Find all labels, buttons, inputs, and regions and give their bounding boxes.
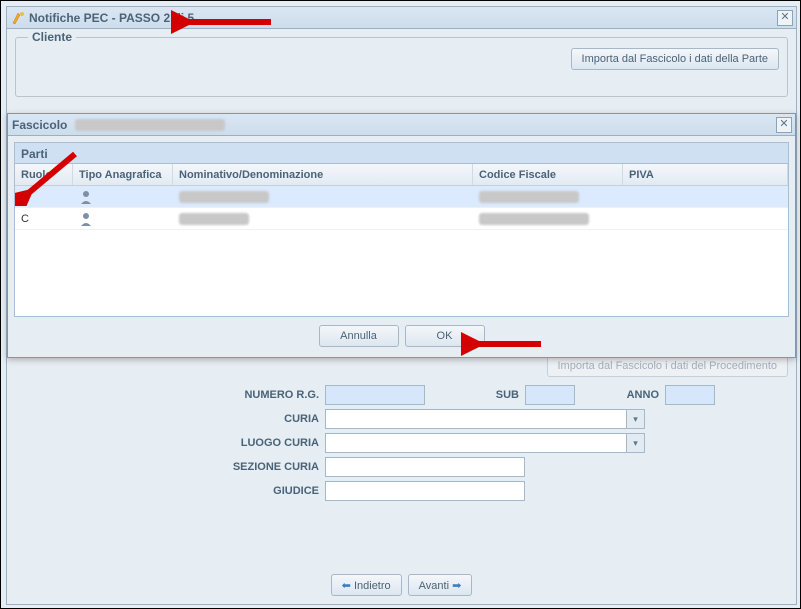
label-anno: ANNO [615, 389, 665, 401]
table-row[interactable]: P [15, 186, 788, 208]
next-button[interactable]: Avanti ➡ [408, 574, 473, 596]
arrow-left-icon: ⬅ [342, 580, 351, 592]
luogo-curia-combo[interactable]: ▾ [325, 433, 645, 453]
row-giudice: GIUDICE [15, 481, 788, 501]
cell-tipo [73, 186, 173, 207]
modal-buttons: Annulla OK [14, 325, 789, 347]
row-curia: CURIA ▾ [15, 409, 788, 429]
cell-piva [623, 186, 788, 207]
chevron-down-icon[interactable]: ▾ [626, 434, 644, 452]
person-icon [79, 191, 93, 203]
cell-ruolo: P [15, 186, 73, 207]
row-sezione-curia: SEZIONE CURIA [15, 457, 788, 477]
label-numero-rg: NUMERO R.G. [15, 389, 325, 401]
curia-combo[interactable]: ▾ [325, 409, 645, 429]
back-button[interactable]: ⬅ Indietro [331, 574, 402, 596]
cell-cf [473, 208, 623, 229]
cell-nominativo [173, 186, 473, 207]
col-ruolo[interactable]: Ruolo [15, 164, 73, 185]
footer-nav: ⬅ Indietro Avanti ➡ [7, 574, 796, 596]
row-numero-rg: NUMERO R.G. SUB ANNO [15, 385, 788, 405]
anno-input[interactable] [665, 385, 715, 405]
cell-cf [473, 186, 623, 207]
sub-input[interactable] [525, 385, 575, 405]
col-tipo[interactable]: Tipo Anagrafica [73, 164, 173, 185]
label-curia: CURIA [15, 413, 325, 425]
giudice-input[interactable] [325, 481, 525, 501]
numero-rg-input[interactable] [325, 385, 425, 405]
window-title: Notifiche PEC - PASSO 2 di 5 [29, 11, 194, 25]
label-luogo-curia: LUOGO CURIA [15, 437, 325, 449]
cancel-button[interactable]: Annulla [319, 325, 399, 347]
arrow-right-icon: ➡ [452, 580, 461, 592]
cell-ruolo: C [15, 208, 73, 229]
parti-grid: Ruolo Tipo Anagrafica Nominativo/Denomin… [14, 164, 789, 317]
sezione-curia-input[interactable] [325, 457, 525, 477]
modal-title-redacted [75, 119, 225, 131]
ok-button[interactable]: OK [405, 325, 485, 347]
row-luogo-curia: LUOGO CURIA ▾ [15, 433, 788, 453]
fieldset-legend-cliente: Cliente [28, 30, 76, 44]
notification-icon [11, 10, 25, 25]
import-parte-button[interactable]: Importa dal Fascicolo i dati della Parte [571, 48, 779, 70]
person-icon [79, 213, 93, 225]
main-titlebar: Notifiche PEC - PASSO 2 di 5 ✕ [7, 7, 796, 29]
panel-title-parti: Parti [14, 142, 789, 164]
fascicolo-modal: Fascicolo ✕ Parti Ruolo Tipo Anagrafica … [7, 113, 796, 358]
modal-title-label: Fascicolo [12, 118, 67, 132]
label-giudice: GIUDICE [15, 485, 325, 497]
import-procedimento-button: Importa dal Fascicolo i dati del Procedi… [547, 355, 789, 377]
grid-body: PC [15, 186, 788, 316]
cell-piva [623, 208, 788, 229]
close-icon[interactable]: ✕ [777, 10, 793, 26]
table-row[interactable]: C [15, 208, 788, 230]
fieldset-cliente: Cliente Importa dal Fascicolo i dati del… [15, 37, 788, 97]
modal-titlebar: Fascicolo ✕ [8, 114, 795, 136]
luogo-curia-input[interactable] [326, 434, 626, 452]
cell-nominativo [173, 208, 473, 229]
curia-input[interactable] [326, 410, 626, 428]
cell-tipo [73, 208, 173, 229]
label-sezione-curia: SEZIONE CURIA [15, 461, 325, 473]
col-piva[interactable]: PIVA [623, 164, 788, 185]
col-nominativo[interactable]: Nominativo/Denominazione [173, 164, 473, 185]
chevron-down-icon[interactable]: ▾ [626, 410, 644, 428]
close-icon[interactable]: ✕ [776, 117, 792, 133]
label-sub: SUB [485, 389, 525, 401]
col-cf[interactable]: Codice Fiscale [473, 164, 623, 185]
back-label: Indietro [354, 580, 391, 592]
grid-header: Ruolo Tipo Anagrafica Nominativo/Denomin… [15, 164, 788, 186]
next-label: Avanti [419, 580, 449, 592]
